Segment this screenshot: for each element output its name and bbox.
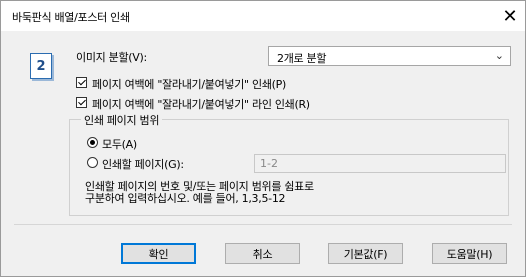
cut-paste-line-print-label: 페이지 여백에 "잘라내기/붙여넣기" 라인 인쇄(R) bbox=[92, 98, 310, 111]
cancel-button[interactable]: 취소 bbox=[225, 243, 300, 264]
ok-button[interactable]: 확인 bbox=[121, 243, 196, 264]
dialog-body: 2 이미지 분할(V): 2개로 분할 ⌄ 페이지 여백에 "잘라내기/붙여넣기… bbox=[1, 31, 525, 276]
all-pages-radio[interactable] bbox=[87, 137, 98, 148]
cut-paste-print-label: 페이지 여백에 "잘라내기/붙여넣기" 인쇄(P) bbox=[92, 78, 286, 91]
page-split-icon: 2 bbox=[30, 53, 52, 79]
dialog-title: 바둑판식 배열/포스터 인쇄 bbox=[12, 11, 130, 24]
image-split-value: 2개로 분할 bbox=[277, 52, 327, 65]
defaults-button[interactable]: 기본값(F) bbox=[328, 243, 403, 264]
help-text: 인쇄할 페이지의 번호 및/또는 페이지 범위를 쉼표로 구분하여 입력하십시오… bbox=[85, 181, 314, 205]
help-button[interactable]: 도움말(H) bbox=[432, 243, 507, 264]
pages-input[interactable]: 1-2 bbox=[254, 154, 506, 173]
chevron-down-icon: ⌄ bbox=[494, 49, 504, 62]
image-split-select[interactable]: 2개로 분할 ⌄ bbox=[268, 46, 511, 66]
print-range-title: 인쇄 페이지 범위 bbox=[81, 112, 163, 128]
selected-pages-label: 인쇄할 페이지(G): bbox=[102, 158, 184, 171]
all-pages-label: 모두(A) bbox=[102, 138, 137, 151]
button-separator bbox=[14, 224, 512, 225]
selected-pages-radio[interactable] bbox=[87, 157, 98, 168]
title-bar: 바둑판식 배열/포스터 인쇄 ✕ bbox=[1, 1, 525, 31]
cut-paste-print-checkbox[interactable] bbox=[76, 77, 87, 88]
pages-input-value: 1-2 bbox=[260, 157, 278, 170]
close-icon[interactable]: ✕ bbox=[495, 1, 525, 31]
poster-print-dialog: 바둑판식 배열/포스터 인쇄 ✕ 2 이미지 분할(V): 2개로 분할 ⌄ 페… bbox=[0, 0, 526, 277]
cut-paste-line-print-checkbox[interactable] bbox=[76, 97, 87, 108]
image-split-label: 이미지 분할(V): bbox=[76, 51, 147, 64]
help-text-line-2: 구분하여 입력하십시오. 예를 들어, 1,3,5-12 bbox=[85, 192, 286, 205]
